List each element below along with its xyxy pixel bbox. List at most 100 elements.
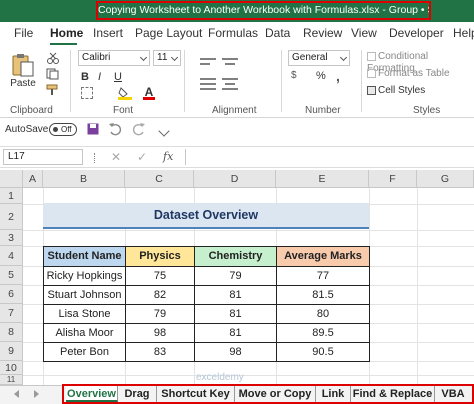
row-header-2[interactable]: 2	[0, 204, 23, 230]
paste-icon	[12, 54, 34, 77]
tab-page-layout[interactable]: Page Layout	[135, 26, 202, 40]
table-cell-student-name[interactable]: Stuart Johnson	[43, 285, 126, 305]
sheet-tab-move-or-copy[interactable]: Move or Copy	[235, 386, 316, 402]
insert-function-icon[interactable]: fx	[163, 150, 173, 163]
row-header-8[interactable]: 8	[0, 323, 23, 342]
table-cell-average-marks[interactable]: 89.5	[276, 323, 370, 343]
column-header-c[interactable]: C	[125, 170, 194, 188]
window-title[interactable]: Copying Worksheet to Another Workbook wi…	[96, 1, 431, 20]
table-cell-student-name[interactable]: Peter Bon	[43, 342, 126, 362]
copy-icon[interactable]	[46, 68, 60, 80]
header-cell-chemistry[interactable]: Chemistry	[194, 246, 277, 267]
autosave-toggle[interactable]: Off	[49, 123, 77, 136]
table-cell-average-marks[interactable]: 81.5	[276, 285, 370, 305]
tab-home[interactable]: Home	[50, 26, 83, 40]
formula-input[interactable]	[185, 149, 474, 165]
cancel-icon[interactable]: ✕	[111, 150, 121, 164]
italic-icon[interactable]: I	[98, 71, 101, 83]
column-header-f[interactable]: F	[369, 170, 417, 188]
column-header-b[interactable]: B	[43, 170, 125, 188]
format-as-table-button[interactable]: Format as Table	[367, 67, 474, 81]
table-cell-average-marks[interactable]: 77	[276, 266, 370, 286]
table-cell-student-name[interactable]: Lisa Stone	[43, 304, 126, 324]
table-cell-chemistry[interactable]: 81	[194, 323, 277, 343]
table-cell-physics[interactable]: 82	[125, 285, 195, 305]
underline-icon[interactable]: U	[114, 71, 122, 83]
font-name-select[interactable]: Calibri	[78, 50, 150, 66]
row-header-6[interactable]: 6	[0, 285, 23, 304]
row-header-11[interactable]: 11	[0, 375, 23, 385]
bold-icon[interactable]: B	[81, 71, 89, 83]
formula-options-icon	[94, 153, 97, 163]
watermark: exceldemy	[196, 372, 244, 383]
comma-style-icon[interactable]: ,	[336, 68, 346, 84]
table-cell-chemistry[interactable]: 81	[194, 285, 277, 305]
name-box[interactable]: L17	[3, 149, 83, 165]
redo-icon[interactable]	[132, 122, 146, 136]
borders-icon[interactable]	[81, 87, 93, 99]
conditional-formatting-button[interactable]: Conditional Formatting	[367, 50, 474, 74]
paste-button[interactable]: Paste	[8, 52, 38, 92]
tab-insert[interactable]: Insert	[93, 26, 123, 40]
sheet-tab-find-replace[interactable]: Find & Replace	[351, 386, 435, 402]
row-header-4[interactable]: 4	[0, 246, 23, 266]
font-color-icon[interactable]: A	[143, 85, 155, 100]
table-cell-average-marks[interactable]: 90.5	[276, 342, 370, 362]
table-cell-physics[interactable]: 79	[125, 304, 195, 324]
column-header-a[interactable]: A	[23, 170, 43, 188]
percent-icon[interactable]: %	[316, 70, 326, 82]
chevron-down-icon	[170, 53, 179, 62]
table-cell-chemistry[interactable]: 81	[194, 304, 277, 324]
row-header-3[interactable]: 3	[0, 230, 23, 246]
number-format-select[interactable]: General	[288, 50, 350, 66]
tab-help[interactable]: Help	[453, 26, 474, 40]
tab-formulas[interactable]: Formulas	[208, 26, 258, 40]
scroll-right-icon[interactable]	[34, 390, 39, 398]
header-cell-average-marks[interactable]: Average Marks	[276, 246, 370, 267]
row-header-9[interactable]: 9	[0, 342, 23, 361]
tab-view[interactable]: View	[351, 26, 377, 40]
tab-review[interactable]: Review	[303, 26, 342, 40]
table-cell-chemistry[interactable]: 79	[194, 266, 277, 286]
enter-icon[interactable]: ✓	[137, 150, 147, 164]
column-header-d[interactable]: D	[194, 170, 276, 188]
row-header-10[interactable]: 10	[0, 361, 23, 375]
tab-developer[interactable]: Developer	[389, 26, 444, 40]
format-as-table-icon	[367, 68, 376, 78]
group-label-font: Font	[113, 105, 134, 116]
fill-color-icon[interactable]	[118, 86, 132, 100]
sheet-tab-overview[interactable]: Overview	[66, 386, 118, 402]
header-cell-physics[interactable]: Physics	[125, 246, 195, 267]
cell-styles-button[interactable]: Cell Styles	[367, 84, 474, 98]
tab-data[interactable]: Data	[265, 26, 290, 40]
sheet-tab-drag[interactable]: Drag	[118, 386, 157, 402]
row-header-7[interactable]: 7	[0, 304, 23, 323]
table-cell-student-name[interactable]: Ricky Hopkings	[43, 266, 126, 286]
select-all-corner[interactable]	[0, 170, 23, 188]
alignment-icons[interactable]	[198, 55, 248, 99]
sheet-tab-vba[interactable]: VBA	[435, 386, 471, 402]
undo-icon[interactable]	[108, 122, 122, 136]
autosave-label: AutoSave	[5, 124, 49, 135]
cut-icon[interactable]	[46, 52, 60, 64]
font-size-select[interactable]: 11	[153, 50, 181, 66]
tab-file[interactable]: File	[14, 26, 33, 40]
table-cell-physics[interactable]: 75	[125, 266, 195, 286]
scroll-left-icon[interactable]	[14, 390, 19, 398]
header-cell-student-name[interactable]: Student Name	[43, 246, 126, 267]
table-cell-average-marks[interactable]: 80	[276, 304, 370, 324]
table-cell-physics[interactable]: 98	[125, 323, 195, 343]
sheet-tab-shortcut-key[interactable]: Shortcut Key	[157, 386, 235, 402]
table-cell-physics[interactable]: 83	[125, 342, 195, 362]
row-header-5[interactable]: 5	[0, 266, 23, 285]
table-cell-chemistry[interactable]: 98	[194, 342, 277, 362]
sheet-tab-link[interactable]: Link	[316, 386, 351, 402]
autosave-toggle-state: Off	[61, 125, 72, 134]
format-painter-icon[interactable]	[46, 84, 60, 96]
currency-icon[interactable]: $	[291, 70, 309, 84]
row-header-1[interactable]: 1	[0, 188, 23, 204]
save-icon[interactable]	[87, 123, 99, 135]
table-cell-student-name[interactable]: Alisha Moor	[43, 323, 126, 343]
column-header-g[interactable]: G	[417, 170, 474, 188]
column-header-e[interactable]: E	[276, 170, 369, 188]
